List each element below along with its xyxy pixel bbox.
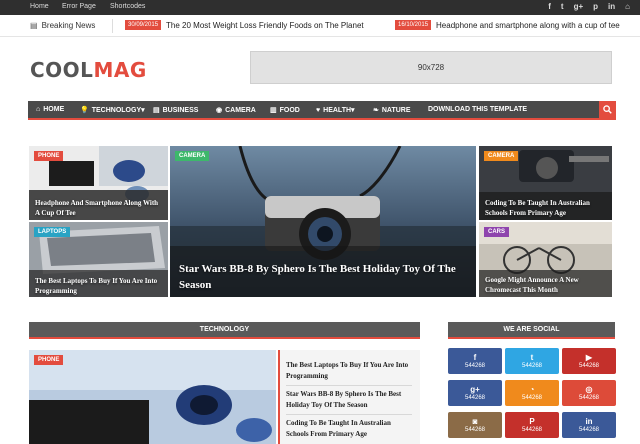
featured-title[interactable]: Star Wars BB-8 By Sphero Is The Best Hol… bbox=[179, 261, 469, 293]
list-item[interactable]: The Best Laptops To Buy If You Are Into … bbox=[286, 360, 412, 382]
social-button-linkedin[interactable]: in 544268 bbox=[562, 412, 616, 438]
googleplus-icon[interactable]: g+ bbox=[574, 2, 584, 11]
camera-icon: ◉ bbox=[216, 107, 223, 114]
googleplus-icon: g+ bbox=[470, 384, 480, 394]
featured-left-top[interactable]: PHONE Headphone And Smartphone Along Wit… bbox=[29, 146, 168, 220]
divider bbox=[286, 414, 412, 415]
category-badge[interactable]: PHONE bbox=[34, 151, 64, 161]
social-button-pinterest[interactable]: P 544268 bbox=[505, 412, 559, 438]
featured-title[interactable]: The Best Laptops To Buy If You Are Into … bbox=[35, 276, 163, 296]
breaking-item[interactable]: 16/10/2015 Headphone and smartphone alon… bbox=[395, 20, 620, 30]
follower-count: 544268 bbox=[464, 394, 486, 401]
featured-left-bottom[interactable]: LAPTOPS The Best Laptops To Buy If You A… bbox=[29, 222, 168, 297]
main-nav: ⌂ HOME 💡 TECHNOLOGY▾ ▤ BUSINESS ◉ CAMERA… bbox=[28, 101, 616, 120]
search-icon bbox=[603, 105, 612, 114]
category-badge[interactable]: LAPTOPS bbox=[34, 227, 71, 237]
follower-count: 544268 bbox=[521, 394, 543, 401]
list-item[interactable]: Star Wars BB-8 By Sphero Is The Best Hol… bbox=[286, 389, 412, 411]
technology-heading: TECHNOLOGY bbox=[29, 322, 420, 339]
home-icon: ⌂ bbox=[36, 106, 41, 113]
nav-item-technology[interactable]: 💡 TECHNOLOGY▾ bbox=[80, 106, 145, 114]
featured-title[interactable]: Coding To Be Taught In Australian School… bbox=[485, 198, 609, 218]
breaking-news-bar: ▤ Breaking News 30/09/2015 The 20 Most W… bbox=[0, 15, 640, 37]
nav-item-business[interactable]: ▤ BUSINESS bbox=[153, 106, 198, 115]
youtube-icon: ▶ bbox=[585, 352, 593, 362]
linkedin-icon[interactable]: in bbox=[608, 2, 615, 11]
follower-count: 544268 bbox=[578, 426, 600, 433]
facebook-icon: f bbox=[473, 352, 477, 362]
breaking-title[interactable]: The 20 Most Weight Loss Friendly Foods o… bbox=[166, 21, 364, 30]
pinterest-icon: P bbox=[529, 416, 535, 426]
top-bar: Home Error Page Shortcodes f t g+ p in ⌂ bbox=[0, 0, 640, 15]
ad-banner[interactable]: 90x728 bbox=[250, 51, 612, 84]
leaf-icon: ❧ bbox=[373, 107, 379, 114]
top-social-icons: f t g+ p in ⌂ bbox=[548, 2, 630, 11]
category-badge[interactable]: CARS bbox=[484, 227, 510, 237]
linkedin-icon: in bbox=[585, 416, 593, 426]
breaking-item[interactable]: 30/09/2015 The 20 Most Weight Loss Frien… bbox=[125, 20, 364, 30]
list-item[interactable]: Coding To Be Taught In Australian School… bbox=[286, 418, 412, 440]
follower-count: 544268 bbox=[578, 394, 600, 401]
twitter-icon: t bbox=[530, 352, 534, 362]
phone-headphone-image bbox=[29, 350, 276, 444]
nav-item-health[interactable]: ♥ HEALTH▾ bbox=[316, 106, 355, 115]
top-link-shortcodes[interactable]: Shortcodes bbox=[110, 3, 145, 10]
newspaper-icon: ▤ bbox=[30, 21, 38, 30]
follower-count: 544268 bbox=[521, 362, 543, 369]
dribbble-icon: ◎ bbox=[585, 384, 593, 394]
breaking-date: 30/09/2015 bbox=[125, 20, 162, 30]
social-button-facebook[interactable]: f 544268 bbox=[448, 348, 502, 374]
nav-item-food[interactable]: ▥ FOOD bbox=[270, 106, 300, 115]
featured-title[interactable]: Google Might Announce A New Chromecast T… bbox=[485, 275, 609, 295]
divider bbox=[112, 19, 113, 33]
featured-center[interactable]: CAMERA Star Wars BB-8 By Sphero Is The B… bbox=[170, 146, 476, 297]
follower-count: 544268 bbox=[578, 362, 600, 369]
social-button-twitter[interactable]: t 544268 bbox=[505, 348, 559, 374]
breaking-title[interactable]: Headphone and smartphone along with a cu… bbox=[436, 21, 620, 30]
social-button-dribbble[interactable]: ◎ 544268 bbox=[562, 380, 616, 406]
pinterest-icon[interactable]: p bbox=[593, 2, 598, 11]
top-link-home[interactable]: Home bbox=[30, 3, 49, 10]
breaking-news-label: ▤ Breaking News bbox=[30, 21, 96, 30]
social-heading: WE ARE SOCIAL bbox=[448, 322, 615, 339]
lightbulb-icon: 💡 bbox=[80, 107, 89, 114]
food-icon: ▥ bbox=[270, 107, 277, 114]
heart-icon: ♥ bbox=[316, 106, 321, 114]
nav-item-home[interactable]: ⌂ HOME bbox=[36, 106, 64, 113]
social-button-googleplus[interactable]: g+ 544268 bbox=[448, 380, 502, 406]
social-button-youtube[interactable]: ▶ 544268 bbox=[562, 348, 616, 374]
category-badge[interactable]: CAMERA bbox=[484, 151, 519, 161]
site-logo[interactable]: COOLMAG bbox=[30, 58, 147, 82]
nav-item-camera[interactable]: ◉ CAMERA bbox=[216, 106, 256, 115]
nav-item-download-template[interactable]: DOWNLOAD THIS TEMPLATE bbox=[428, 106, 527, 113]
social-button-instagram[interactable]: ◙ 544268 bbox=[448, 412, 502, 438]
briefcase-icon: ▤ bbox=[153, 107, 160, 114]
rss-icon: ◔ bbox=[529, 384, 535, 394]
follower-count: 544268 bbox=[464, 426, 486, 433]
featured-right-bottom[interactable]: CARS Google Might Announce A New Chromec… bbox=[479, 222, 612, 297]
featured-title[interactable]: Headphone And Smartphone Along With A Cu… bbox=[35, 198, 163, 218]
follower-count: 544268 bbox=[521, 426, 543, 433]
facebook-icon[interactable]: f bbox=[548, 2, 551, 11]
divider bbox=[286, 385, 412, 386]
breaking-date: 16/10/2015 bbox=[395, 20, 432, 30]
nav-item-nature[interactable]: ❧ NATURE bbox=[373, 106, 411, 115]
technology-post-list: The Best Laptops To Buy If You Are Into … bbox=[278, 350, 420, 444]
category-badge[interactable]: PHONE bbox=[34, 355, 64, 365]
follower-count: 544268 bbox=[464, 362, 486, 369]
search-button[interactable] bbox=[599, 101, 616, 118]
category-badge[interactable]: CAMERA bbox=[175, 151, 210, 161]
featured-right-top[interactable]: CAMERA Coding To Be Taught In Australian… bbox=[479, 146, 612, 220]
top-link-error-page[interactable]: Error Page bbox=[62, 3, 96, 10]
twitter-icon[interactable]: t bbox=[561, 2, 564, 11]
instagram-icon: ◙ bbox=[472, 416, 478, 426]
instagram-icon[interactable]: ⌂ bbox=[625, 2, 630, 11]
technology-main-post[interactable]: PHONE bbox=[29, 350, 276, 444]
social-button-rss[interactable]: ◔ 544268 bbox=[505, 380, 559, 406]
